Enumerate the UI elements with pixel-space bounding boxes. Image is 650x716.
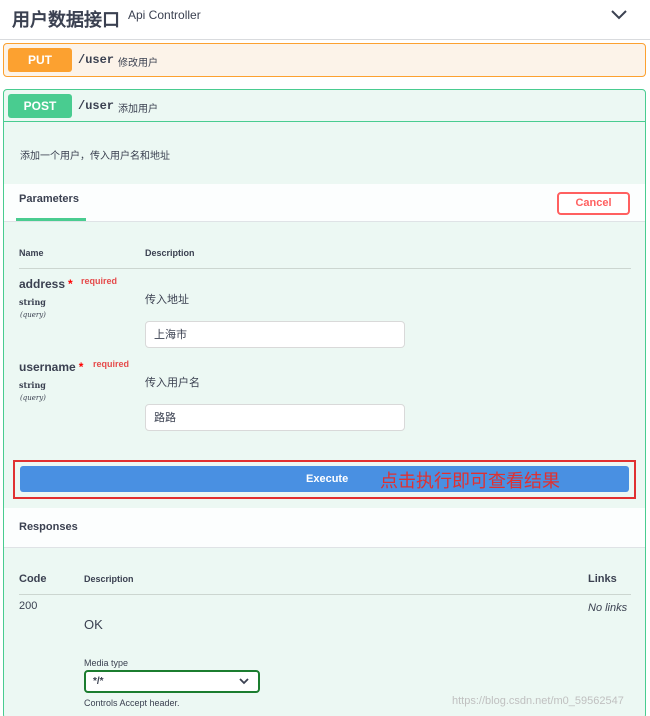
watermark: https://blog.csdn.net/m0_59562547 [452, 695, 624, 707]
execute-button[interactable]: Execute 点击执行即可查看结果 [20, 466, 629, 492]
param-description-address: 传入地址 [145, 293, 189, 306]
accept-header-note: Controls Accept header. [84, 698, 180, 708]
column-header-links: Links [588, 573, 617, 585]
username-input[interactable]: 路路 [145, 404, 405, 431]
chevron-down-icon [239, 678, 249, 685]
column-header-response-description: Description [84, 574, 134, 584]
execute-highlight-frame: Execute 点击执行即可查看结果 [13, 460, 636, 499]
operation-description: 添加一个用户，传入用户名和地址 [20, 151, 170, 162]
post-operation-summary[interactable]: POST /user 添加用户 [4, 90, 645, 122]
responses-title: Responses [19, 521, 78, 533]
param-name-username: username * [19, 360, 83, 374]
execute-label: Execute [306, 473, 349, 485]
tag-header[interactable]: 用户数据接口 Api Controller [0, 0, 650, 40]
required-label: required [93, 359, 130, 369]
put-method-badge: PUT [8, 48, 72, 72]
response-code: 200 [19, 600, 38, 612]
param-location: (query) [20, 394, 46, 402]
media-type-value: */* [93, 676, 104, 687]
media-type-select[interactable]: */* [84, 670, 260, 693]
response-links: No links [588, 602, 628, 614]
put-operation-summary[interactable]: PUT /user 修改用户 [4, 44, 645, 75]
parameters-bar: Parameters Cancel [4, 184, 645, 222]
param-description-username: 传入用户名 [145, 376, 200, 389]
media-type-label: Media type [84, 658, 129, 668]
parameters-divider [19, 268, 631, 269]
param-name-text: address [19, 277, 66, 291]
param-type: string [19, 380, 46, 390]
param-name-text: username [19, 360, 76, 374]
param-type: string [19, 297, 46, 307]
put-operation: PUT /user 修改用户 [3, 43, 646, 77]
column-header-description: Description [145, 248, 195, 258]
post-operation: POST /user 添加用户 添加一个用户，传入用户名和地址 Paramete… [3, 89, 646, 716]
param-name-address: address * [19, 277, 73, 291]
tag-description: Api Controller [128, 8, 201, 22]
put-summary: 修改用户 [118, 58, 158, 69]
cancel-button[interactable]: Cancel [557, 192, 630, 215]
tab-active-indicator [16, 218, 86, 221]
post-method-badge: POST [8, 94, 72, 118]
responses-divider [19, 594, 631, 595]
param-location: (query) [20, 311, 46, 319]
response-description: OK [84, 617, 103, 632]
execute-annotation: 点击执行即可查看结果 [380, 471, 560, 492]
required-label: required [81, 276, 118, 286]
put-path: /user [78, 53, 115, 67]
column-header-code: Code [19, 573, 47, 585]
tab-parameters[interactable]: Parameters [19, 193, 79, 205]
column-header-name: Name [19, 248, 44, 258]
address-input[interactable]: 上海市 [145, 321, 405, 348]
post-summary: 添加用户 [118, 104, 158, 115]
responses-bar: Responses [4, 508, 645, 548]
tag-title: 用户数据接口 [12, 10, 120, 31]
required-star: * [78, 360, 84, 374]
post-path: /user [78, 99, 115, 113]
required-star: * [68, 277, 73, 291]
chevron-down-icon[interactable] [609, 8, 629, 22]
